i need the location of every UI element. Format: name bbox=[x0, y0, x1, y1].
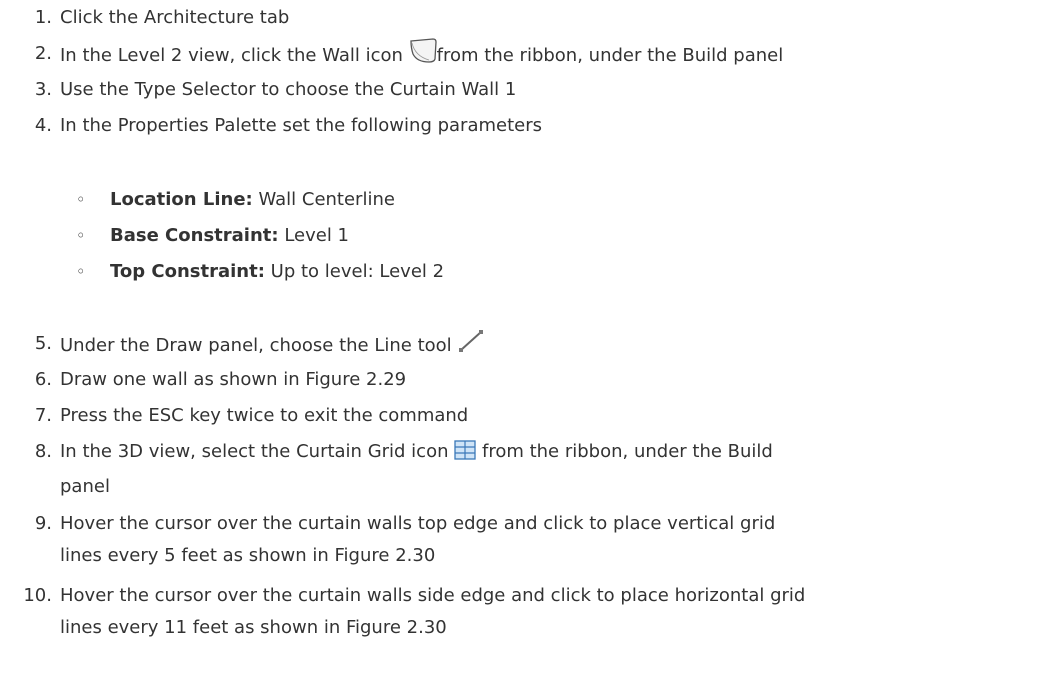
step-text: In the Properties Palette set the follow… bbox=[60, 115, 542, 136]
step-text-part: from the ribbon, under the Build panel bbox=[436, 45, 784, 66]
step-text-part: In the 3D view, select the Curtain Grid … bbox=[60, 441, 449, 462]
parameter-value: Wall Centerline bbox=[258, 189, 395, 210]
curtain-grid-icon bbox=[454, 439, 476, 471]
step-text: In the 3D view, select the Curtain Grid … bbox=[60, 436, 1040, 503]
step-number: 10. bbox=[23, 585, 52, 606]
step-text-part: Hover the cursor over the curtain walls … bbox=[60, 513, 776, 534]
step-text: Hover the cursor over the curtain walls … bbox=[60, 580, 1040, 644]
parameter-value: Level 1 bbox=[284, 225, 349, 246]
parameter-value: Up to level: Level 2 bbox=[270, 261, 445, 282]
step-number: 4. bbox=[34, 115, 52, 136]
step-number: 2. bbox=[34, 43, 52, 64]
parameter-label: Base Constraint: bbox=[110, 225, 279, 246]
step-number: 3. bbox=[34, 79, 52, 100]
step-text: Use the Type Selector to choose the Curt… bbox=[60, 79, 517, 100]
parameter-label: Location Line: bbox=[110, 189, 253, 210]
step-text: In the Level 2 view, click the Wall icon… bbox=[60, 38, 1040, 75]
step-number: 6. bbox=[34, 369, 52, 390]
step-number: 1. bbox=[34, 7, 52, 28]
step-text-part: lines every 5 feet as shown in Figure 2.… bbox=[60, 545, 436, 566]
bullet-icon: ◦ bbox=[76, 226, 86, 245]
parameter-label: Top Constraint: bbox=[110, 261, 265, 282]
step-text: Hover the cursor over the curtain walls … bbox=[60, 508, 1040, 572]
step-number: 8. bbox=[34, 441, 52, 462]
step-number: 7. bbox=[34, 405, 52, 426]
line-tool-icon bbox=[457, 328, 485, 365]
bullet-icon: ◦ bbox=[76, 262, 86, 281]
step-text-part: Hover the cursor over the curtain walls … bbox=[60, 585, 806, 606]
step-number: 9. bbox=[34, 513, 52, 534]
step-text-part: Under the Draw panel, choose the Line to… bbox=[60, 335, 452, 356]
step-text: Under the Draw panel, choose the Line to… bbox=[60, 328, 1040, 365]
step-text-part: In the Level 2 view, click the Wall icon bbox=[60, 45, 403, 66]
step-text: Press the ESC key twice to exit the comm… bbox=[60, 405, 469, 426]
step-number: 5. bbox=[34, 333, 52, 354]
step-text-part: panel bbox=[60, 476, 110, 497]
wall-icon bbox=[409, 38, 437, 75]
step-text: Click the Architecture tab bbox=[60, 7, 290, 28]
step-text-part: lines every 11 feet as shown in Figure 2… bbox=[60, 617, 447, 638]
bullet-icon: ◦ bbox=[76, 190, 86, 209]
step-text: Draw one wall as shown in Figure 2.29 bbox=[60, 369, 407, 390]
step-text-part: from the ribbon, under the Build bbox=[481, 441, 773, 462]
